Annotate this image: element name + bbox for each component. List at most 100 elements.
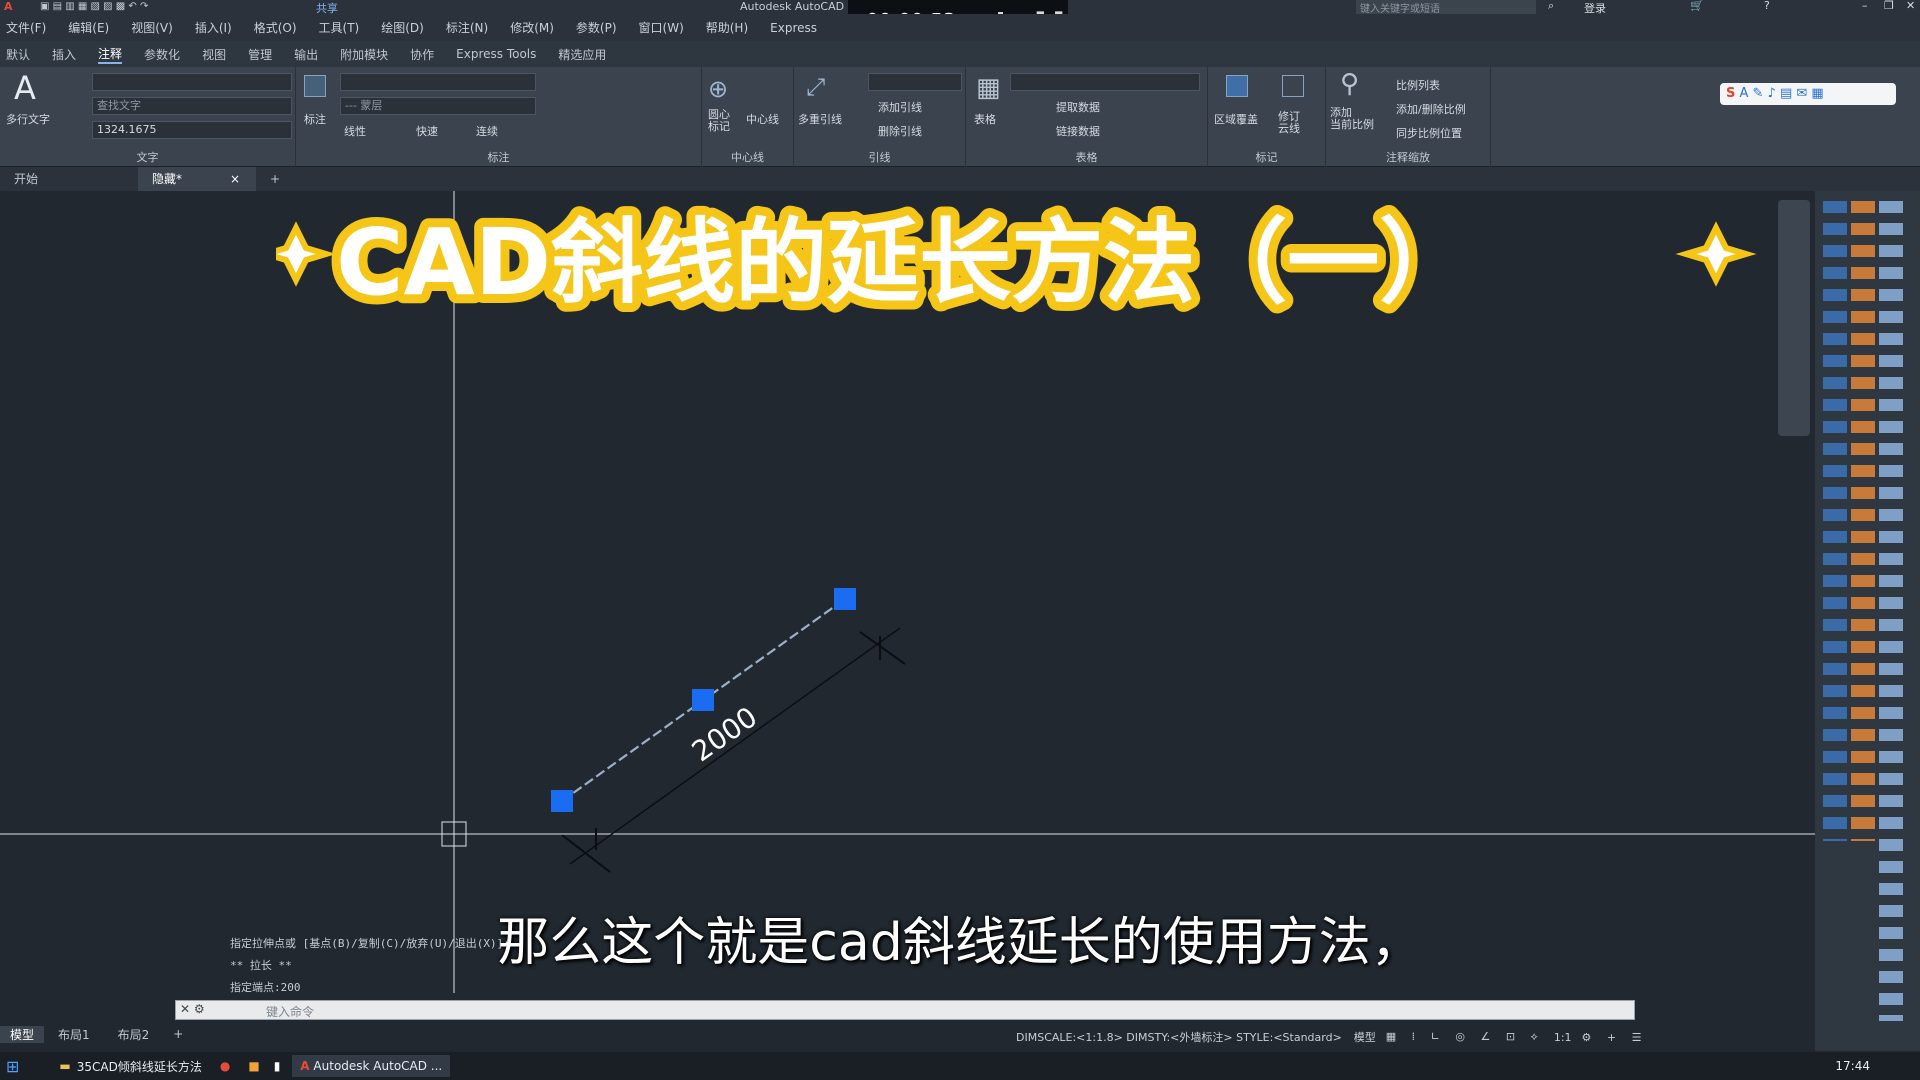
menu-window[interactable]: 窗口(W) xyxy=(639,19,684,36)
close-icon[interactable]: ✕ xyxy=(1906,0,1915,12)
dimension-panel-title[interactable]: 标注 xyxy=(296,149,701,165)
table-style-select[interactable] xyxy=(1010,73,1200,91)
add-layout-icon[interactable]: + xyxy=(163,1027,193,1041)
add-delete-scale-button[interactable]: 添加/删除比例 xyxy=(1396,101,1466,117)
palette-icons-col-3[interactable] xyxy=(1879,201,1903,1021)
app-icon[interactable]: ■ xyxy=(248,1059,259,1073)
tab-default[interactable]: 默认 xyxy=(6,46,30,63)
taskbar-autocad-item[interactable]: A Autodesk AutoCAD ... xyxy=(292,1055,451,1077)
tab-express-tools[interactable]: Express Tools xyxy=(456,47,536,61)
dimension-icon[interactable] xyxy=(304,75,326,97)
menu-modify[interactable]: 修改(M) xyxy=(510,19,554,36)
find-text-input[interactable]: 查找文字 xyxy=(92,97,292,115)
dim-style-select[interactable] xyxy=(340,73,536,91)
menu-view[interactable]: 视图(V) xyxy=(131,19,173,36)
center-mark-icon[interactable]: ⊕ xyxy=(708,75,728,103)
linear-dim-button[interactable]: 线性 xyxy=(344,123,366,139)
wipeout-icon[interactable] xyxy=(1226,75,1248,97)
add-leader-button[interactable]: 添加引线 xyxy=(878,99,922,115)
search-input[interactable]: 键入关键字或短语 xyxy=(1356,0,1536,15)
dim-layer-select[interactable]: --- 蒙层 xyxy=(340,97,536,115)
search-icon[interactable]: ⌕ xyxy=(1548,0,1554,13)
table-panel-title[interactable]: 表格 xyxy=(966,149,1207,165)
taskbar-folder-item[interactable]: 35CAD倾斜线延长方法 xyxy=(77,1058,202,1075)
tab-insert[interactable]: 插入 xyxy=(52,46,76,63)
chrome-icon[interactable]: ● xyxy=(220,1059,230,1073)
tab-view[interactable]: 视图 xyxy=(202,46,226,63)
doc-tab-start[interactable]: 开始 xyxy=(0,167,138,191)
menu-help[interactable]: 帮助(H) xyxy=(706,19,748,36)
ribbon: A 多行文字 查找文字 1324.1675 文字 标注 --- 蒙层 线性 快速… xyxy=(0,67,1920,167)
help-icon[interactable]: ? xyxy=(1764,0,1770,12)
menu-format[interactable]: 格式(O) xyxy=(254,19,297,36)
multileader-icon[interactable]: ⤢ xyxy=(806,73,825,101)
leader-panel-title[interactable]: 引线 xyxy=(794,149,965,165)
minimize-icon[interactable]: – xyxy=(1862,0,1868,12)
palette-icons-col-1[interactable] xyxy=(1823,201,1847,841)
new-tab-icon[interactable]: + xyxy=(256,167,294,191)
command-input[interactable]: 键入命令 xyxy=(266,1003,314,1020)
app-icon-2[interactable]: ▮ xyxy=(274,1059,281,1073)
revcloud-button[interactable]: 修订 云线 xyxy=(1278,111,1300,135)
dimension-button[interactable]: 标注 xyxy=(304,111,326,127)
tab-manage[interactable]: 管理 xyxy=(248,46,272,63)
multiline-text-icon[interactable]: A xyxy=(14,69,36,107)
center-mark-button[interactable]: 圆心 标记 xyxy=(708,109,730,133)
tab-collaborate[interactable]: 协作 xyxy=(410,46,434,63)
palette-icons-col-2[interactable] xyxy=(1851,201,1875,841)
table-button[interactable]: 表格 xyxy=(974,111,996,127)
quick-dim-button[interactable]: 快速 xyxy=(416,123,438,139)
status-toggles[interactable]: ▦ ⁞ ∟ ◎ ∠ ⊡ ⟡ xyxy=(1386,1030,1544,1044)
remove-leader-button[interactable]: 删除引线 xyxy=(878,123,922,139)
extract-data-button[interactable]: 提取数据 xyxy=(1056,99,1100,115)
tab-parametric[interactable]: 参数化 xyxy=(144,46,180,63)
doc-tab-hidden[interactable]: 隐藏* × xyxy=(138,167,256,191)
text-style-select[interactable] xyxy=(92,73,292,91)
link-data-button[interactable]: 链接数据 xyxy=(1056,123,1100,139)
menu-tools[interactable]: 工具(T) xyxy=(319,19,360,36)
tab-addins[interactable]: 附加模块 xyxy=(340,46,388,63)
menu-edit[interactable]: 编辑(E) xyxy=(68,19,109,36)
menu-parametric[interactable]: 参数(P) xyxy=(576,19,617,36)
layout-tab-2[interactable]: 布局2 xyxy=(104,1026,164,1043)
text-height-input[interactable]: 1324.1675 xyxy=(92,121,292,139)
annotation-scale-value[interactable]: 1:1 xyxy=(1554,1031,1572,1044)
ime-toolbar[interactable]: S A ✎ ♪ ▤ ✉ ▦ xyxy=(1720,83,1896,105)
restore-icon[interactable]: ❐ xyxy=(1884,0,1894,12)
multileader-button[interactable]: 多重引线 xyxy=(798,111,842,127)
close-tab-icon[interactable]: × xyxy=(230,172,240,186)
text-panel-title[interactable]: 文字 xyxy=(0,149,295,165)
status-settings-icon[interactable]: ⚙ + ☰ xyxy=(1582,1031,1648,1044)
wipeout-button[interactable]: 区域覆盖 xyxy=(1214,111,1258,127)
add-scale-icon[interactable]: ⚲ xyxy=(1340,69,1359,99)
menu-express[interactable]: Express xyxy=(770,21,817,35)
autocad-logo-icon[interactable]: A xyxy=(4,0,13,13)
layout-tab-model[interactable]: 模型 xyxy=(0,1025,45,1043)
continuous-dim-button[interactable]: 连续 xyxy=(476,123,498,139)
centerline-button[interactable]: 中心线 xyxy=(746,111,779,127)
menu-draw[interactable]: 绘图(D) xyxy=(381,19,424,36)
tab-output[interactable]: 输出 xyxy=(294,46,318,63)
sync-scale-button[interactable]: 同步比例位置 xyxy=(1396,125,1462,141)
menu-file[interactable]: 文件(F) xyxy=(6,19,46,36)
scale-list-button[interactable]: 比例列表 xyxy=(1396,77,1440,93)
folder-icon[interactable]: ▬ xyxy=(59,1059,70,1073)
multiline-text-button[interactable]: 多行文字 xyxy=(6,111,50,127)
table-icon[interactable]: ▦ xyxy=(976,73,1001,103)
tab-annotate[interactable]: 注释 xyxy=(98,45,123,64)
command-line[interactable]: ✕ ⚙ 键入命令 xyxy=(175,1000,1635,1020)
layout-tab-1[interactable]: 布局1 xyxy=(44,1026,104,1043)
cart-icon[interactable]: 🛒 xyxy=(1690,0,1704,12)
command-close-icon[interactable]: ✕ ⚙ xyxy=(180,1002,205,1016)
leader-style-select[interactable] xyxy=(868,73,962,91)
model-space-button[interactable]: 模型 xyxy=(1354,1029,1376,1045)
tab-featured-apps[interactable]: 精选应用 xyxy=(558,46,606,63)
add-current-scale-button[interactable]: 添加 当前比例 xyxy=(1330,107,1374,131)
windows-start-icon[interactable]: ⊞ xyxy=(6,1057,19,1076)
centerline-panel-title: 中心线 xyxy=(731,151,764,164)
quick-access-toolbar[interactable]: ▣ ▤ ▥ ▦ ▧ ▨ ▩ ↶ ↷ xyxy=(40,1,148,12)
menu-insert[interactable]: 插入(I) xyxy=(195,19,232,36)
navigation-bar[interactable] xyxy=(1778,200,1810,436)
revcloud-icon[interactable] xyxy=(1282,75,1304,97)
menu-dimension[interactable]: 标注(N) xyxy=(446,19,488,36)
